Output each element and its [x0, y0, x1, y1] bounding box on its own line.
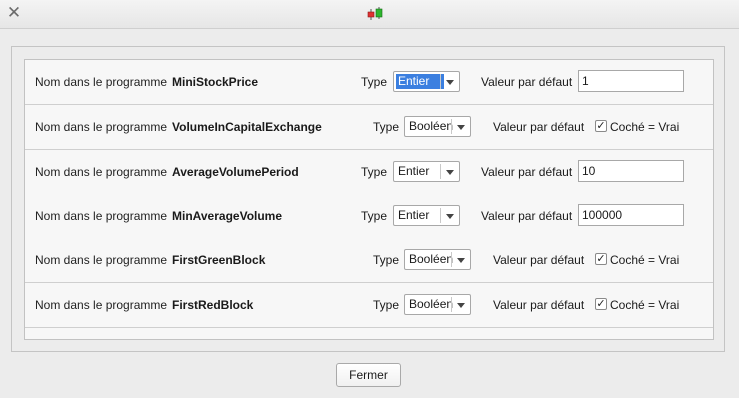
- default-value-label: Valeur par défaut: [493, 253, 585, 267]
- param-row: Nom dans le programme VolumeInCapitalExc…: [25, 105, 713, 150]
- type-label: Type: [373, 298, 400, 312]
- checkbox-label: Coché = Vrai: [610, 253, 680, 267]
- type-label: Type: [361, 209, 388, 223]
- chevron-down-icon[interactable]: [446, 170, 454, 175]
- type-select-value: Booléen: [409, 119, 454, 133]
- default-value-input[interactable]: 1: [578, 70, 684, 92]
- select-separator: [451, 119, 452, 134]
- type-select[interactable]: Entier: [393, 71, 460, 92]
- type-select[interactable]: Booléen: [404, 116, 471, 137]
- name-prefix-label: Nom dans le programme: [35, 165, 168, 179]
- type-select[interactable]: Booléen: [404, 294, 471, 315]
- chevron-down-icon[interactable]: [457, 125, 465, 130]
- default-value-checkbox[interactable]: ✓: [595, 298, 607, 310]
- candlestick-chart-icon: [367, 7, 383, 20]
- type-select[interactable]: Booléen: [404, 249, 471, 270]
- parameters-list[interactable]: Nom dans le programme MiniStockPrice Typ…: [24, 59, 714, 340]
- param-name: FirstGreenBlock: [172, 253, 266, 267]
- name-prefix-label: Nom dans le programme: [35, 298, 168, 312]
- param-row: Nom dans le programme FirstGreenBlock Ty…: [25, 238, 713, 283]
- default-value-label: Valeur par défaut: [481, 75, 573, 89]
- default-value-label: Valeur par défaut: [481, 165, 573, 179]
- select-separator: [451, 297, 452, 312]
- chevron-down-icon[interactable]: [457, 258, 465, 263]
- name-prefix-label: Nom dans le programme: [35, 253, 168, 267]
- select-separator: [440, 208, 441, 223]
- default-value-input[interactable]: 10: [578, 160, 684, 182]
- chevron-down-icon[interactable]: [446, 214, 454, 219]
- default-value-label: Valeur par défaut: [493, 298, 585, 312]
- param-name: AverageVolumePeriod: [172, 165, 299, 179]
- name-prefix-label: Nom dans le programme: [35, 120, 168, 134]
- param-row: Nom dans le programme FirstRedBlock Type…: [25, 283, 713, 328]
- checkbox-label: Coché = Vrai: [610, 298, 680, 312]
- type-select[interactable]: Entier: [393, 205, 460, 226]
- type-select-value: Booléen: [409, 297, 454, 311]
- checkbox-label: Coché = Vrai: [610, 120, 680, 134]
- close-icon[interactable]: ✕: [6, 4, 22, 21]
- select-separator: [440, 74, 441, 89]
- default-value-label: Valeur par défaut: [481, 209, 573, 223]
- type-select-value: Booléen: [409, 252, 454, 266]
- type-select-value: Entier: [398, 164, 430, 178]
- type-label: Type: [373, 253, 400, 267]
- default-value-input[interactable]: 100000: [578, 204, 684, 226]
- type-label: Type: [361, 75, 388, 89]
- chevron-down-icon[interactable]: [457, 303, 465, 308]
- param-row: Nom dans le programme AverageVolumePerio…: [25, 150, 713, 195]
- title-bar: ✕: [0, 0, 739, 29]
- type-select[interactable]: Entier: [393, 161, 460, 182]
- name-prefix-label: Nom dans le programme: [35, 75, 168, 89]
- type-select-value: Entier: [398, 208, 430, 222]
- type-label: Type: [373, 120, 400, 134]
- param-row: Nom dans le programme MinAverageVolume T…: [25, 194, 713, 239]
- chevron-down-icon[interactable]: [446, 80, 454, 85]
- default-value-label: Valeur par défaut: [493, 120, 585, 134]
- select-separator: [451, 252, 452, 267]
- default-value-checkbox[interactable]: ✓: [595, 120, 607, 132]
- param-name: VolumeInCapitalExchange: [172, 120, 322, 134]
- default-value-checkbox[interactable]: ✓: [595, 253, 607, 265]
- param-name: MiniStockPrice: [172, 75, 259, 89]
- param-name: FirstRedBlock: [172, 298, 254, 312]
- param-row: Nom dans le programme MiniStockPrice Typ…: [25, 60, 713, 105]
- type-label: Type: [361, 165, 388, 179]
- close-button[interactable]: Fermer: [336, 363, 401, 387]
- param-name: MinAverageVolume: [172, 209, 283, 223]
- select-separator: [440, 164, 441, 179]
- type-select-value: Entier: [396, 74, 444, 89]
- name-prefix-label: Nom dans le programme: [35, 209, 168, 223]
